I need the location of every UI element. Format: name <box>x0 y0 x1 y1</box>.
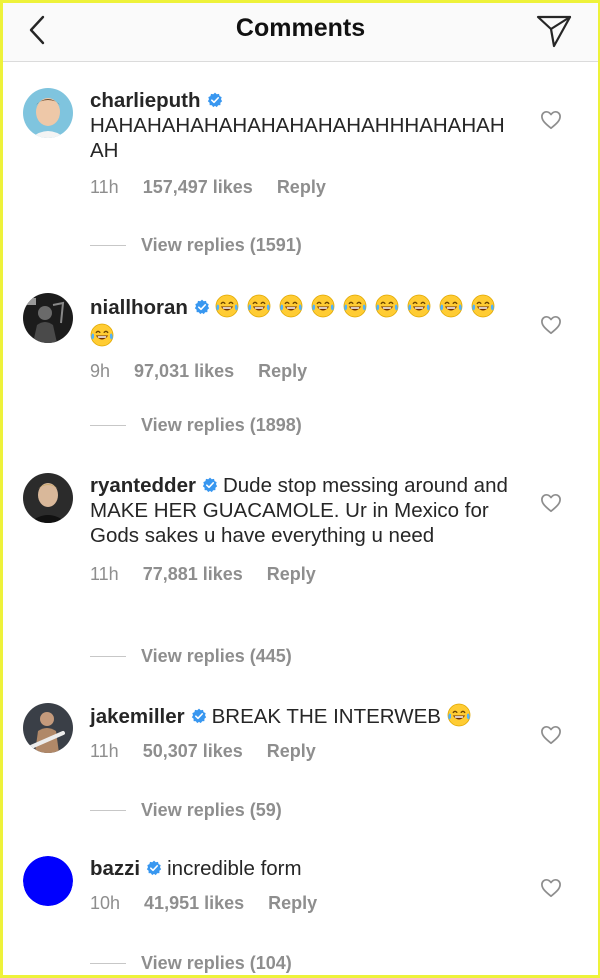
replies-divider <box>90 810 126 811</box>
comment-text-block: jakemiller BREAK THE INTERWEB <box>90 703 518 729</box>
replies-divider <box>90 245 126 246</box>
heart-icon[interactable] <box>540 878 562 898</box>
likes-count[interactable]: 157,497 likes <box>143 177 253 198</box>
verified-badge-icon <box>146 860 162 876</box>
likes-count[interactable]: 41,951 likes <box>144 893 244 914</box>
username[interactable]: ryantedder <box>90 474 196 497</box>
laughing-emoji-icon <box>447 703 471 727</box>
laughing-emoji-icon <box>247 294 271 318</box>
comment-text: incredible form <box>167 857 302 880</box>
username[interactable]: bazzi <box>90 857 140 880</box>
likes-count[interactable]: 77,881 likes <box>143 564 243 585</box>
likes-count[interactable]: 50,307 likes <box>143 741 243 762</box>
comment-meta: 10h 41,951 likes Reply <box>90 893 518 914</box>
comments-screen: Comments charlieputh HAHAHAHAHAHAHAHAHAHA… <box>0 0 600 978</box>
view-replies-button[interactable]: View replies (59) <box>90 800 282 821</box>
avatar[interactable] <box>23 703 73 753</box>
username[interactable]: jakemiller <box>90 705 185 728</box>
verified-badge-icon <box>191 708 207 724</box>
comment-text-block: niallhoran <box>90 293 518 351</box>
comment-meta: 11h 157,497 likes Reply <box>90 177 518 198</box>
heart-icon[interactable] <box>540 315 562 335</box>
laughing-emoji-icon <box>279 294 303 318</box>
comment-meta: 11h 50,307 likes Reply <box>90 741 518 762</box>
view-replies-button[interactable]: View replies (1591) <box>90 235 302 256</box>
view-replies-label: View replies (1591) <box>141 235 302 255</box>
laughing-emoji-icon <box>311 294 335 318</box>
replies-divider <box>90 425 126 426</box>
replies-divider <box>90 656 126 657</box>
verified-badge-icon <box>194 299 210 315</box>
laughing-emoji-icon <box>439 294 463 318</box>
view-replies-button[interactable]: View replies (104) <box>90 953 292 974</box>
avatar[interactable] <box>23 293 73 343</box>
timestamp: 11h <box>90 741 119 761</box>
comment-body: bazzi incredible form 10h 41,951 likes Re… <box>90 856 518 914</box>
timestamp: 11h <box>90 564 119 584</box>
avatar[interactable] <box>23 856 73 906</box>
header-bar: Comments <box>3 3 598 62</box>
view-replies-label: View replies (445) <box>141 646 292 666</box>
view-replies-label: View replies (1898) <box>141 415 302 435</box>
reply-button[interactable]: Reply <box>267 564 316 585</box>
paper-plane-icon <box>536 15 572 48</box>
replies-divider <box>90 963 126 964</box>
view-replies-label: View replies (104) <box>141 953 292 973</box>
comment-text-block: ryantedder Dude stop messing around and M… <box>90 473 518 548</box>
comment-text-block: charlieputh HAHAHAHAHAHAHAHAHAHAHHHAHAHAH… <box>90 88 518 163</box>
comment-meta: 11h 77,881 likes Reply <box>90 564 518 585</box>
comment-meta: 9h 97,031 likes Reply <box>90 361 518 382</box>
view-replies-button[interactable]: View replies (445) <box>90 646 292 667</box>
avatar-photo <box>23 473 73 523</box>
heart-icon[interactable] <box>540 493 562 513</box>
comment-body: charlieputh HAHAHAHAHAHAHAHAHAHAHHHAHAHAH… <box>90 88 518 198</box>
timestamp: 9h <box>90 361 111 381</box>
laughing-emoji-icon <box>90 323 114 347</box>
view-replies-button[interactable]: View replies (1898) <box>90 415 302 436</box>
heart-icon[interactable] <box>540 725 562 745</box>
comment-text-block: bazzi incredible form <box>90 856 518 881</box>
send-button[interactable] <box>534 11 574 51</box>
comment-body: jakemiller BREAK THE INTERWEB 11h 50,307 … <box>90 703 518 762</box>
view-replies-label: View replies (59) <box>141 800 282 820</box>
comment-body: ryantedder Dude stop messing around and M… <box>90 473 518 585</box>
likes-count[interactable]: 97,031 likes <box>134 361 234 382</box>
verified-badge-icon <box>207 92 223 108</box>
heart-icon[interactable] <box>540 110 562 130</box>
verified-badge-icon <box>202 477 218 493</box>
laughing-emoji-icon <box>471 294 495 318</box>
laughing-emoji-icon <box>343 294 367 318</box>
reply-button[interactable]: Reply <box>267 741 316 762</box>
avatar-photo <box>23 293 73 343</box>
avatar[interactable] <box>23 88 73 138</box>
avatar[interactable] <box>23 473 73 523</box>
username[interactable]: charlieputh <box>90 89 201 112</box>
avatar-photo <box>23 88 73 138</box>
laughing-emoji-icon <box>375 294 399 318</box>
laughing-emoji-icon <box>407 294 431 318</box>
username[interactable]: niallhoran <box>90 296 188 319</box>
comment-body: niallhoran 9h 97,031 likes Reply <box>90 293 518 382</box>
page-title: Comments <box>235 14 366 42</box>
avatar-photo <box>23 856 73 906</box>
reply-button[interactable]: Reply <box>258 361 307 382</box>
laughing-emoji-icon <box>215 294 239 318</box>
comment-text: BREAK THE INTERWEB <box>212 705 479 728</box>
reply-button[interactable]: Reply <box>268 893 317 914</box>
avatar-photo <box>23 703 73 753</box>
timestamp: 10h <box>90 893 121 913</box>
reply-button[interactable]: Reply <box>277 177 326 198</box>
timestamp: 11h <box>90 177 119 197</box>
comment-text: HAHAHAHAHAHAHAHAHAHAHHHAHAHAHAH <box>90 114 505 162</box>
